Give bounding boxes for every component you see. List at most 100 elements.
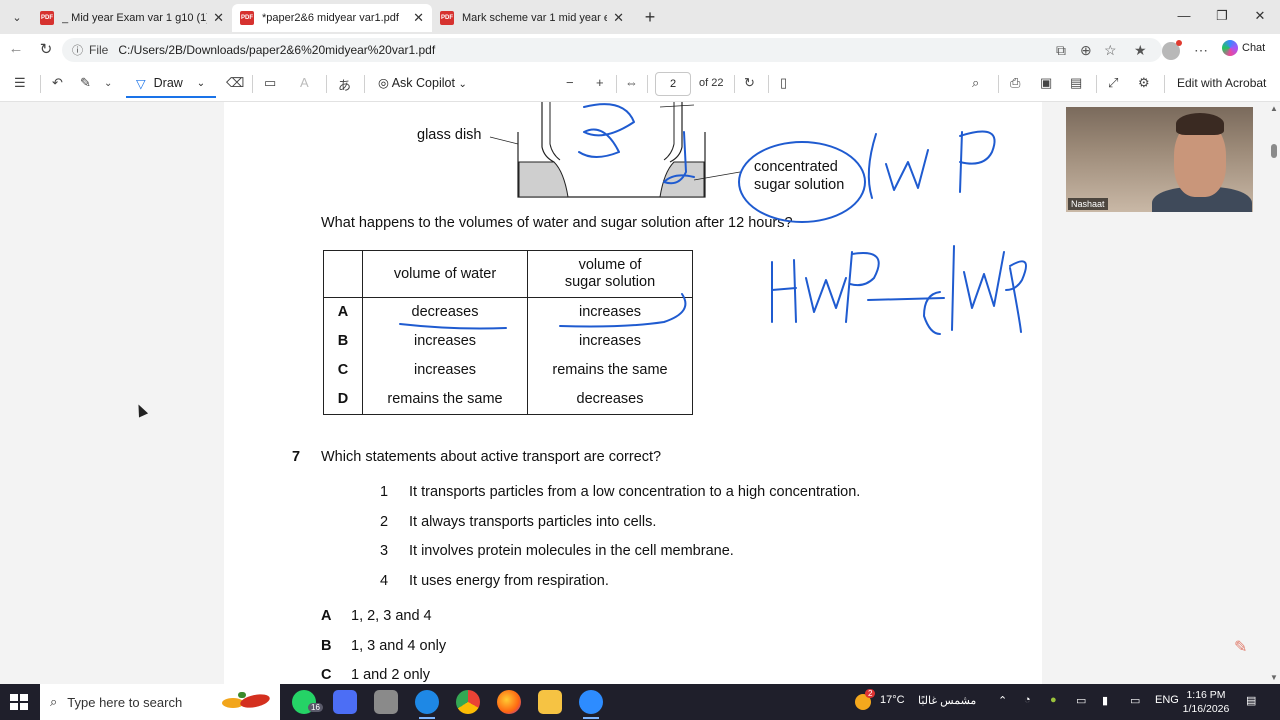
maximize-icon[interactable]: ❐ (1212, 8, 1232, 24)
read-aloud-icon[interactable]: ⧉ (1056, 42, 1066, 59)
edge-icon[interactable] (415, 690, 439, 719)
text-box-icon[interactable]: ▭ (264, 75, 276, 91)
edit-with-acrobat-button[interactable]: Edit with Acrobat (1177, 76, 1266, 90)
windows-taskbar: ⌕ Type here to search 2 17°C مشمس غالبًا… (0, 684, 1280, 720)
language-indicator[interactable]: ENG (1155, 694, 1179, 706)
clock-time: 1:16 PM (1186, 689, 1226, 701)
contents-icon[interactable]: ☰ (14, 75, 26, 91)
app-tray-icon[interactable]: ● (1050, 694, 1057, 706)
option-letter: C (321, 667, 332, 683)
print-icon[interactable]: ⎙ (1010, 75, 1020, 91)
text-format-icon[interactable]: A (300, 75, 309, 90)
refresh-icon[interactable]: ↻ (36, 40, 56, 58)
header-sugar-line2: sugar solution (564, 274, 656, 290)
chrome-icon[interactable] (456, 690, 480, 714)
new-tab-icon[interactable]: + (640, 7, 660, 28)
info-icon[interactable]: ⓘ (72, 42, 83, 58)
zoom-out-icon[interactable]: − (566, 75, 574, 90)
close-window-icon[interactable]: ✕ (1250, 8, 1270, 24)
search-icon[interactable]: ⌕ (972, 75, 979, 91)
page-number-input[interactable]: 2 (655, 72, 691, 96)
option-text: 1, 3 and 4 only (351, 638, 447, 654)
browser-tab-bar: ⌄ PDF _ Mid year Exam var 1 g10 (1) mark… (0, 0, 1280, 34)
separator (40, 75, 41, 93)
statement-text: It transports particles from a low conce… (409, 484, 861, 500)
network-icon[interactable]: ◔ (1024, 694, 1031, 706)
favorites-icon[interactable]: ★ (1134, 42, 1147, 59)
scroll-up-icon[interactable]: ▲ (1270, 104, 1278, 113)
show-hidden-icons[interactable]: ⌃ (998, 694, 1007, 707)
zoom-app-icon[interactable] (579, 690, 603, 719)
statement-text: It involves protein molecules in the cel… (409, 543, 734, 559)
eraser-icon[interactable]: ⌫ (226, 75, 244, 91)
page-view-icon[interactable]: ▯ (780, 75, 787, 91)
zoom-icon[interactable]: ⊕ (1080, 42, 1092, 59)
tab-actions-menu-icon[interactable]: ⌄ (6, 7, 28, 27)
tab-midyear-exam[interactable]: PDF _ Mid year Exam var 1 g10 (1) mark ✕ (32, 4, 232, 32)
pdf-icon: PDF (440, 11, 454, 25)
search-icon: ⌕ (50, 694, 58, 709)
minimize-icon[interactable]: — (1174, 8, 1194, 23)
weather-description[interactable]: مشمس غالبًا (918, 694, 976, 707)
scroll-down-icon[interactable]: ▼ (1270, 673, 1278, 682)
water-cell: remains the same (362, 384, 528, 415)
back-icon[interactable]: ← (6, 40, 26, 57)
option-text: 1 and 2 only (351, 667, 431, 683)
copilot-icon: ◎ (378, 76, 389, 90)
ask-copilot-label: Ask Copilot (391, 76, 455, 90)
favorite-star-icon[interactable]: ☆ (1104, 42, 1117, 59)
osmosis-apparatus-diagram (489, 102, 741, 198)
tab-mark-scheme[interactable]: PDF Mark scheme var 1 mid year exam ✕ (432, 4, 632, 32)
question-6-prompt: What happens to the volumes of water and… (321, 215, 793, 231)
statement-number: 2 (380, 514, 389, 530)
notifications-icon[interactable]: ▤ (1246, 694, 1256, 707)
save-as-icon[interactable]: ▤ (1070, 75, 1082, 91)
pdf-icon: PDF (40, 11, 54, 25)
close-tab-icon[interactable]: ✕ (613, 10, 624, 26)
display-icon[interactable]: ▭ (1130, 694, 1140, 707)
vertical-scrollbar[interactable]: ▲ ▼ (1268, 102, 1280, 684)
snipping-tool-icon[interactable] (374, 690, 398, 714)
save-icon[interactable]: ▣ (1040, 75, 1052, 91)
file-explorer-icon[interactable] (538, 690, 562, 714)
close-tab-icon[interactable]: ✕ (213, 10, 224, 26)
zoom-in-icon[interactable]: + (596, 75, 604, 90)
water-cell: increases (362, 355, 528, 385)
highlight-icon[interactable]: ✎ (80, 75, 91, 91)
tab-paper2-6[interactable]: PDF *paper2&6 midyear var1.pdf ✕ (232, 4, 432, 32)
calculator-icon[interactable] (333, 690, 357, 714)
fit-width-icon[interactable]: ⇔ (625, 75, 638, 90)
participant-name: Nashaat (1068, 198, 1108, 210)
firefox-icon[interactable] (497, 690, 521, 714)
copilot-chat-button[interactable]: Chat (1222, 40, 1265, 56)
fullscreen-icon[interactable]: ⤢ (1108, 75, 1118, 91)
rotate-icon[interactable]: ↻ (744, 75, 755, 91)
acrobat-icon[interactable]: ✎ (1234, 637, 1252, 656)
header-volume-water: volume of water (362, 250, 528, 298)
sugar-cell: increases (527, 326, 693, 356)
separator (768, 75, 769, 93)
option-letter: B (321, 638, 332, 654)
undo-icon[interactable]: ↶ (52, 75, 63, 91)
microphone-icon[interactable]: ▮ (1102, 694, 1108, 707)
more-menu-icon[interactable]: ⋯ (1194, 42, 1208, 59)
sugar-cell: increases (527, 297, 693, 327)
close-tab-icon[interactable]: ✕ (413, 10, 424, 26)
scrollbar-thumb[interactable] (1271, 144, 1277, 158)
url-field[interactable]: ⓘ File C:/Users/2B/Downloads/paper2&6%20… (62, 38, 1162, 62)
row-letter: D (323, 384, 363, 415)
translate-icon[interactable]: あ (338, 75, 351, 94)
device-icon[interactable]: ▭ (1076, 694, 1086, 707)
weather-temp[interactable]: 17°C (880, 694, 905, 706)
search-placeholder: Type here to search (67, 694, 183, 710)
video-call-thumbnail[interactable]: Nashaat (1066, 107, 1253, 212)
system-clock[interactable]: 1:16 PM 1/16/2026 (1182, 688, 1230, 716)
windows-start-icon[interactable] (10, 694, 28, 710)
participant-hair (1176, 113, 1224, 135)
highlight-dropdown-icon[interactable]: ⌄ (104, 78, 112, 89)
url-text: C:/Users/2B/Downloads/paper2&6%20midyear… (118, 43, 436, 57)
row-letter: C (323, 355, 363, 385)
ask-copilot-button[interactable]: ◎ Ask Copilot ⌄ (378, 75, 467, 90)
settings-gear-icon[interactable]: ⚙ (1138, 75, 1150, 91)
draw-button[interactable]: ▽ Draw ⌄ (126, 70, 216, 98)
